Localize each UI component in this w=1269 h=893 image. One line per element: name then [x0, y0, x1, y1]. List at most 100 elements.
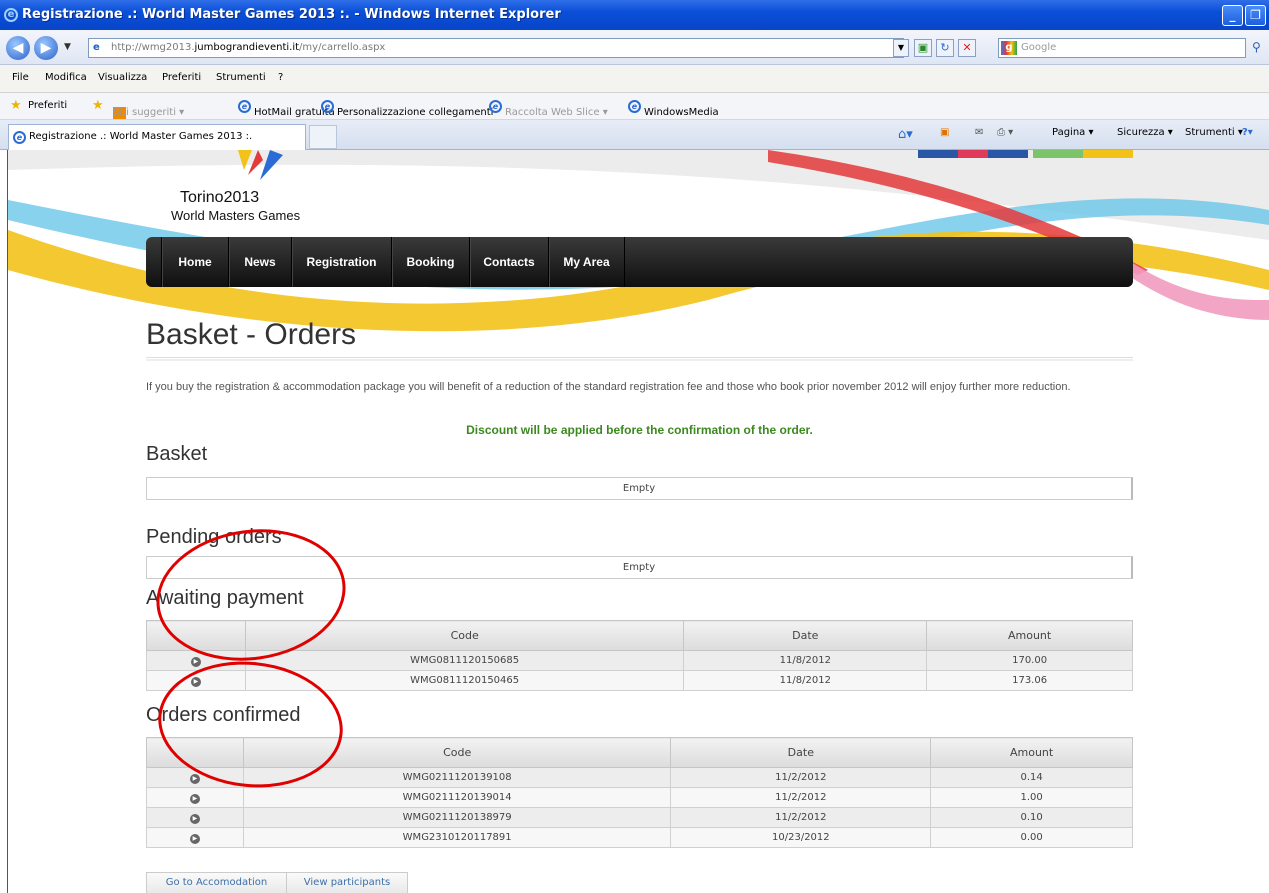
ie-page-icon: e	[489, 100, 502, 113]
column-header-amount: Amount	[926, 620, 1133, 651]
address-dropdown-icon[interactable]: ▼	[893, 39, 909, 57]
add-favorite-icon[interactable]: ★	[92, 98, 104, 113]
address-toolbar: ◀ ▶ ▼ e http://wmg2013.jumbograndieventi.…	[0, 30, 1269, 65]
order-code: WMG0211120138979	[242, 807, 672, 828]
title-divider	[146, 357, 1133, 361]
row-action-cell: ▶	[146, 827, 244, 848]
table-row: ▶ WMG0211120139014 11/2/2012 1.00	[146, 787, 1133, 808]
search-icon[interactable]: ⚲	[1252, 40, 1261, 54]
order-amount: 0.10	[930, 807, 1133, 828]
go-to-accommodation-button[interactable]: Go to Accomodation	[146, 872, 287, 893]
new-tab-button[interactable]	[309, 125, 337, 149]
nav-home[interactable]: Home	[161, 237, 228, 287]
home-icon[interactable]: ⌂▾	[898, 127, 913, 142]
menu-help[interactable]: ?	[278, 72, 283, 83]
order-code: WMG0211120139014	[242, 787, 672, 808]
feeds-icon[interactable]: ▣	[940, 127, 949, 138]
help-icon[interactable]: ?▾	[1242, 127, 1253, 138]
stop-icon[interactable]: ✕	[958, 39, 976, 57]
view-participants-button[interactable]: View participants	[287, 872, 408, 893]
window-title: Registrazione .: World Master Games 2013…	[22, 7, 561, 22]
restore-button[interactable]: ❐	[1245, 5, 1266, 26]
order-date: 11/8/2012	[683, 670, 928, 691]
column-header-date: Date	[683, 620, 928, 651]
nav-registration[interactable]: Registration	[291, 237, 391, 287]
cmd-sicurezza[interactable]: Sicurezza ▾	[1117, 127, 1173, 138]
tab-title: Registrazione .: World Master Games 2013…	[29, 131, 253, 142]
menu-strumenti[interactable]: Strumenti	[216, 72, 266, 83]
fav-hotmail[interactable]: e HotMail gratuita	[238, 100, 335, 118]
menu-bar: File Modifica Visualizza Preferiti Strum…	[0, 65, 1269, 93]
details-arrow-icon[interactable]: ▶	[190, 656, 201, 667]
discount-note: Discount will be applied before the conf…	[466, 423, 813, 437]
details-arrow-icon[interactable]: ▶	[189, 793, 200, 804]
fav-personalizzazione[interactable]: e Personalizzazione collegamenti	[321, 100, 493, 118]
table-row: ▶ WMG2310120117891 10/23/2012 0.00	[146, 827, 1133, 848]
order-date: 11/8/2012	[683, 650, 928, 671]
order-date: 10/23/2012	[670, 827, 932, 848]
page-left-border	[0, 150, 8, 893]
menu-modifica[interactable]: Modifica	[45, 72, 87, 83]
nav-booking[interactable]: Booking	[391, 237, 469, 287]
favorites-star-icon: ★	[10, 98, 22, 113]
details-arrow-icon[interactable]: ▶	[189, 773, 200, 784]
window-titlebar: e Registrazione .: World Master Games 20…	[0, 0, 1269, 30]
menu-preferiti[interactable]: Preferiti	[162, 72, 201, 83]
page-icon: e	[93, 42, 100, 53]
url-prefix: http://wmg2013.	[111, 42, 195, 53]
order-date: 11/2/2012	[670, 807, 932, 828]
compatibility-view-icon[interactable]: ▣	[914, 39, 932, 57]
site-navigation: Home News Registration Booking Contacts …	[146, 237, 1133, 287]
nav-contacts[interactable]: Contacts	[469, 237, 548, 287]
ie-page-icon: e	[13, 131, 26, 144]
order-amount: 173.06	[926, 670, 1133, 691]
nav-news[interactable]: News	[228, 237, 291, 287]
page-title: Basket - Orders	[146, 318, 357, 351]
details-arrow-icon[interactable]: ▶	[189, 813, 200, 824]
column-header-amount: Amount	[930, 737, 1133, 768]
url-domain: jumbograndieventi.it	[194, 42, 300, 53]
fav-web-slice[interactable]: e Raccolta Web Slice ▾	[489, 100, 608, 118]
order-amount: 170.00	[926, 650, 1133, 671]
favorites-button[interactable]: Preferiti	[28, 100, 67, 111]
cmd-pagina[interactable]: Pagina ▾	[1052, 127, 1094, 138]
fav-windowsmedia[interactable]: e WindowsMedia	[628, 100, 719, 118]
back-button[interactable]: ◀	[6, 36, 30, 60]
search-input[interactable]: g Google	[998, 38, 1246, 58]
refresh-icon[interactable]: ↻	[936, 39, 954, 57]
cmd-strumenti[interactable]: Strumenti ▾	[1185, 127, 1243, 138]
details-arrow-icon[interactable]: ▶	[189, 833, 200, 844]
order-amount: 0.14	[930, 767, 1133, 788]
order-amount: 1.00	[930, 787, 1133, 808]
forward-button[interactable]: ▶	[34, 36, 58, 60]
ie-page-icon: e	[321, 100, 334, 113]
google-logo-icon: g	[1001, 41, 1017, 55]
basket-empty: Empty	[146, 477, 1133, 500]
order-code: WMG0811120150685	[244, 650, 685, 671]
row-action-cell: ▶	[146, 787, 244, 808]
print-icon[interactable]: ⎙ ▾	[997, 127, 1013, 138]
ie-logo-icon: e	[4, 8, 18, 22]
logo-title: Torino2013	[180, 189, 260, 206]
order-date: 11/2/2012	[670, 787, 932, 808]
ie-page-icon: e	[628, 100, 641, 113]
basket-heading: Basket	[146, 443, 208, 465]
table-row: ▶ WMG0811120150685 11/8/2012 170.00	[146, 650, 1133, 671]
column-header-date: Date	[670, 737, 932, 768]
address-input[interactable]: e http://wmg2013.jumbograndieventi.it/my/…	[88, 38, 904, 58]
mail-icon[interactable]: ✉	[975, 127, 983, 138]
favorites-bar: ★ Preferiti ★ Siti suggeriti ▾ e HotMail …	[0, 93, 1269, 120]
order-amount: 0.00	[930, 827, 1133, 848]
order-code: WMG2310120117891	[242, 827, 672, 848]
web-page: Torino2013 World Masters Games Home News…	[0, 150, 1269, 893]
search-placeholder: Google	[1021, 42, 1057, 53]
history-dropdown-icon[interactable]: ▼	[64, 42, 71, 52]
logo-subtitle: World Masters Games	[171, 208, 301, 223]
menu-visualizza[interactable]: Visualizza	[98, 72, 147, 83]
url-path: /my/carrello.aspx	[299, 42, 386, 53]
menu-file[interactable]: File	[12, 72, 29, 83]
nav-my-area[interactable]: My Area	[548, 237, 625, 287]
row-action-cell: ▶	[146, 807, 244, 828]
minimize-button[interactable]: _	[1222, 5, 1243, 26]
tab-registrazione[interactable]: e Registrazione .: World Master Games 201…	[8, 124, 306, 150]
